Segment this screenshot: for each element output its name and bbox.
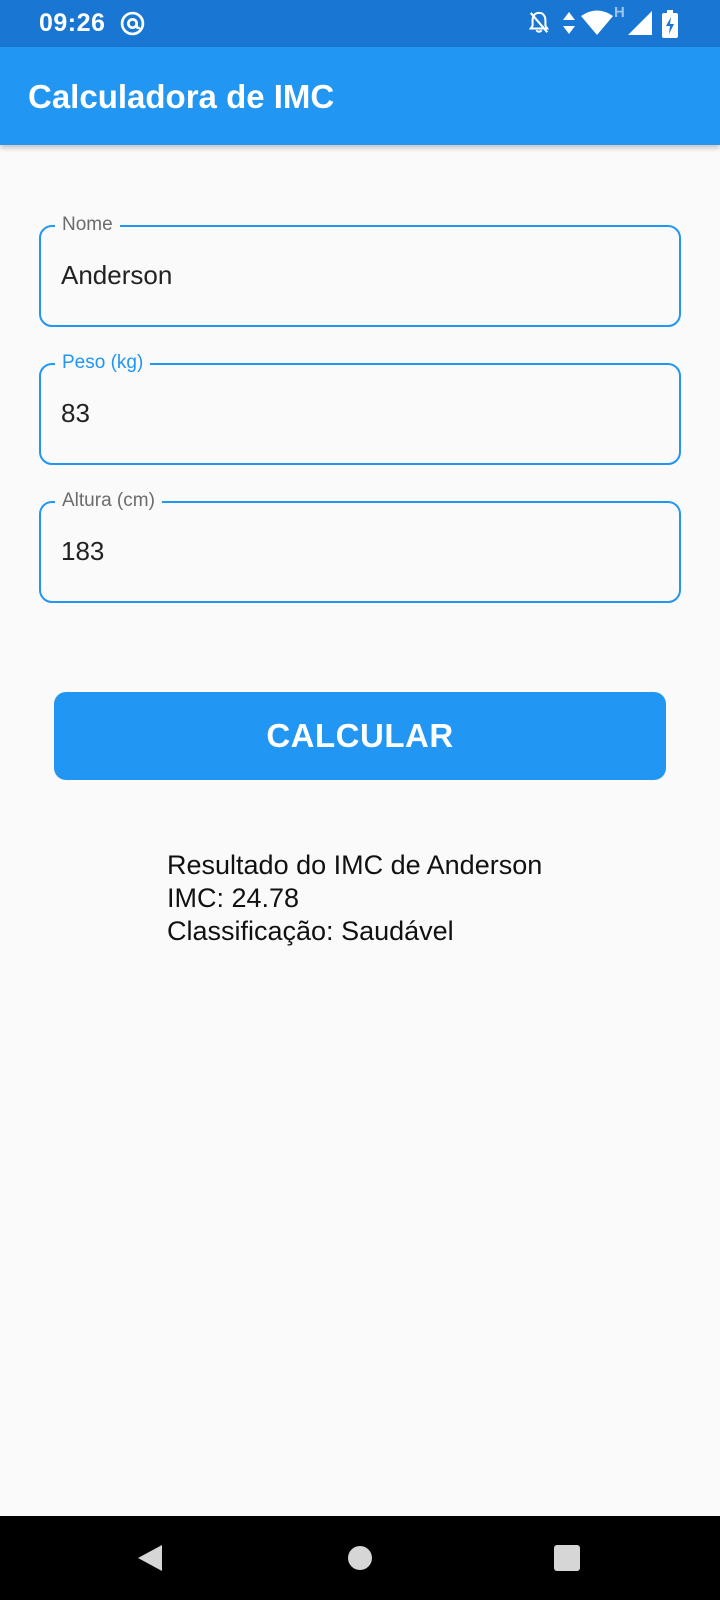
altura-label: Altura (cm) <box>55 489 162 513</box>
battery-charging-icon <box>662 10 678 38</box>
result-classification: Classificação: Saudável <box>167 916 454 946</box>
peso-input[interactable] <box>61 393 661 433</box>
altura-field[interactable]: Altura (cm) <box>39 489 681 603</box>
app-title: Calculadora de IMC <box>28 78 335 115</box>
altura-input[interactable] <box>61 531 661 571</box>
status-time: 09:26 <box>39 9 106 37</box>
network-type-badge: H <box>614 4 625 21</box>
back-icon <box>138 1545 162 1571</box>
navigation-bar <box>0 1516 720 1600</box>
home-icon <box>348 1546 372 1570</box>
result-panel: Resultado do IMC de Anderson IMC: 24.78 … <box>167 849 542 948</box>
result-imc-value: IMC: 24.78 <box>167 883 300 913</box>
app-bar: Calculadora de IMC <box>0 47 720 145</box>
recents-icon <box>554 1545 580 1571</box>
recents-button[interactable] <box>527 1516 607 1600</box>
calcular-button[interactable]: CALCULAR <box>54 692 666 780</box>
back-button[interactable] <box>110 1516 190 1600</box>
status-bar: 09:26 H <box>0 0 720 47</box>
home-button[interactable] <box>320 1516 400 1600</box>
at-sign-icon <box>120 11 145 36</box>
wifi-icon <box>581 10 613 35</box>
nome-label: Nome <box>55 213 120 237</box>
result-title: Resultado do IMC de Anderson <box>167 850 543 880</box>
notifications-off-icon <box>528 11 550 33</box>
nome-input[interactable] <box>61 255 661 295</box>
peso-field[interactable]: Peso (kg) <box>39 351 681 465</box>
nome-field[interactable]: Nome <box>39 213 681 327</box>
peso-label: Peso (kg) <box>55 351 151 375</box>
signal-icon <box>628 11 652 35</box>
data-arrows-icon <box>563 12 575 34</box>
